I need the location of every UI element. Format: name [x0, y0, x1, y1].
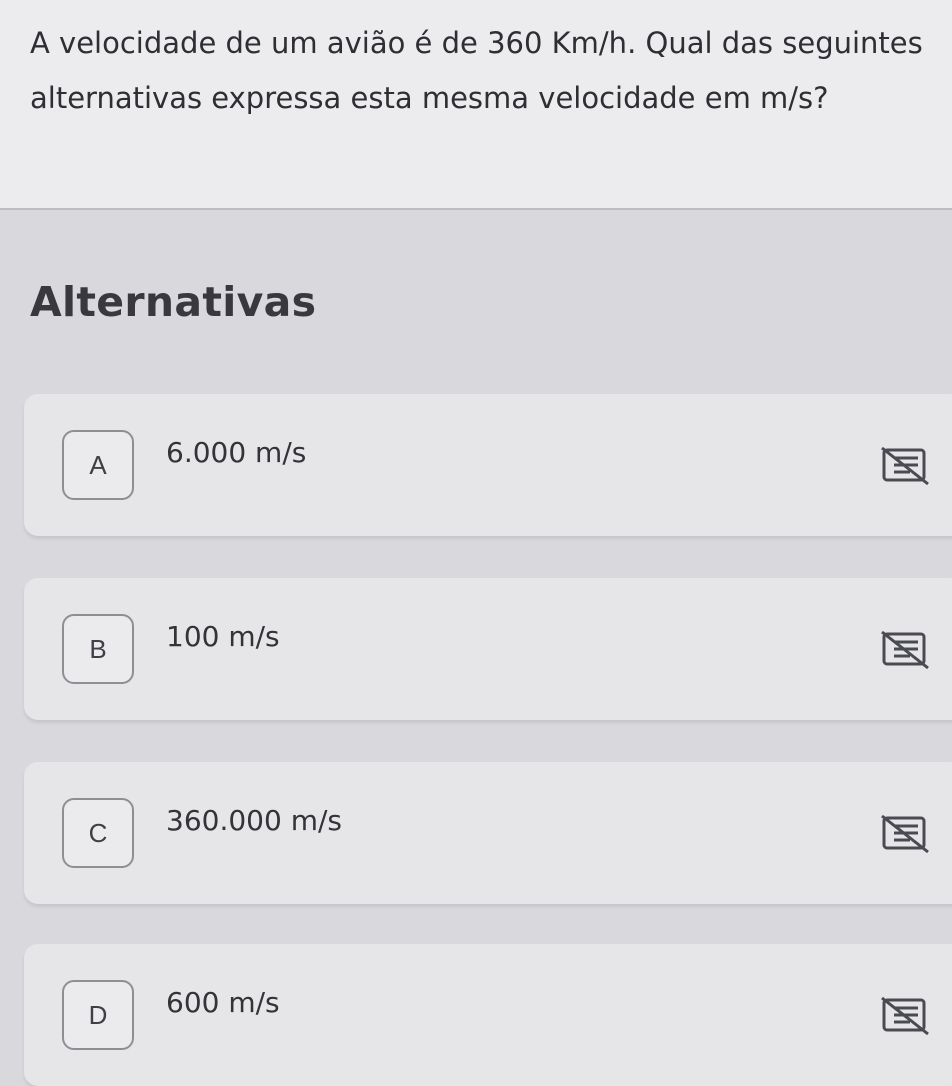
strikethrough-eliminate-icon[interactable]: [880, 628, 930, 670]
strikethrough-eliminate-icon[interactable]: [880, 812, 930, 854]
option-b[interactable]: B 100 m/s: [24, 578, 952, 720]
option-text-a: 6.000 m/s: [166, 436, 307, 469]
option-d[interactable]: D 600 m/s: [24, 944, 952, 1086]
option-letter-a[interactable]: A: [62, 430, 134, 500]
option-text-b: 100 m/s: [166, 620, 280, 653]
option-c[interactable]: C 360.000 m/s: [24, 762, 952, 904]
question-text: A velocidade de um avião é de 360 Km/h. …: [30, 26, 923, 115]
question-statement-box: A velocidade de um avião é de 360 Km/h. …: [0, 0, 952, 210]
option-letter-d[interactable]: D: [62, 980, 134, 1050]
strikethrough-eliminate-icon[interactable]: [880, 994, 930, 1036]
option-letter-b[interactable]: B: [62, 614, 134, 684]
option-text-d: 600 m/s: [166, 986, 280, 1019]
option-text-c: 360.000 m/s: [166, 804, 342, 837]
option-letter-c[interactable]: C: [62, 798, 134, 868]
option-a[interactable]: A 6.000 m/s: [24, 394, 952, 536]
strikethrough-eliminate-icon[interactable]: [880, 444, 930, 486]
alternatives-heading: Alternativas: [30, 278, 317, 326]
